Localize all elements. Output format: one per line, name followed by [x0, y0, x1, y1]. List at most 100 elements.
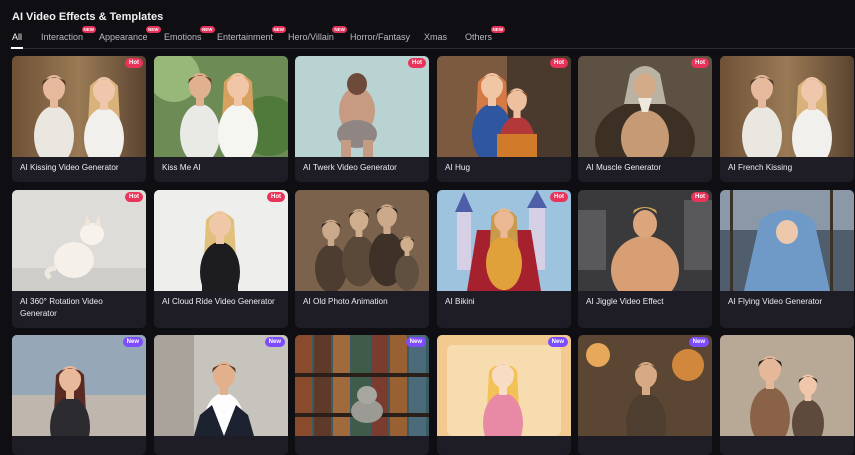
- template-title: AI Twerk Video Generator: [303, 163, 397, 172]
- template-thumbnail: [12, 190, 146, 291]
- new-badge: New: [264, 337, 285, 347]
- tab-others[interactable]: Others NEW: [465, 26, 506, 42]
- thumbnail-image: [12, 335, 146, 436]
- template-thumbnail: [578, 335, 712, 436]
- tab-emotions[interactable]: Emotions NEW: [164, 26, 215, 42]
- tab-label: Emotions: [164, 32, 202, 42]
- tab-entertainment[interactable]: Entertainment NEW: [217, 26, 287, 42]
- thumbnail-image: [12, 56, 146, 157]
- template-card[interactable]: New: [437, 335, 571, 455]
- tab-label: Entertainment: [217, 32, 274, 42]
- thumbnail-image: [578, 56, 712, 157]
- new-badge: NEW: [332, 26, 347, 33]
- hot-badge: Hot: [691, 192, 709, 202]
- new-badge: NEW: [200, 26, 215, 33]
- thumbnail-image: [295, 335, 429, 436]
- template-card[interactable]: Hot AI 360° Rotation Video Generator: [12, 190, 146, 328]
- tab-label: Appearance: [99, 32, 148, 42]
- template-thumbnail: [437, 335, 571, 436]
- template-title: AI Hug: [445, 163, 471, 172]
- hot-badge: Hot: [550, 192, 568, 202]
- template-title: AI French Kissing: [728, 163, 793, 172]
- template-card[interactable]: AI French Kissing: [720, 56, 854, 182]
- template-thumbnail: [720, 335, 854, 436]
- new-badge: NEW: [81, 26, 97, 33]
- template-title: AI 360° Rotation Video Generator: [20, 297, 103, 318]
- template-title: AI Cloud Ride Video Generator: [162, 297, 275, 306]
- thumbnail-image: [295, 190, 429, 291]
- tab-horror-fantasy[interactable]: Horror/Fantasy: [350, 32, 410, 42]
- tab-label: Others: [465, 32, 493, 42]
- thumbnail-image: [437, 56, 571, 157]
- tab-appearance[interactable]: Appearance NEW: [99, 26, 161, 42]
- template-thumbnail: [720, 190, 854, 291]
- template-card[interactable]: Hot AI Muscle Generator: [578, 56, 712, 182]
- hot-badge: Hot: [550, 58, 568, 68]
- tab-label: Hero/Villain: [288, 32, 334, 42]
- thumbnail-image: [578, 335, 712, 436]
- template-card[interactable]: Kiss Me AI: [154, 56, 288, 182]
- template-title: AI Old Photo Animation: [303, 297, 388, 306]
- page-title: AI Video Effects & Templates: [12, 11, 164, 23]
- template-thumbnail: [437, 56, 571, 157]
- tab-hero-villain[interactable]: Hero/Villain NEW: [288, 26, 347, 42]
- hot-badge: Hot: [408, 58, 426, 68]
- template-thumbnail: [295, 335, 429, 436]
- template-thumbnail: [295, 56, 429, 157]
- template-title: AI Jiggle Video Effect: [586, 297, 664, 306]
- hot-badge: Hot: [125, 192, 143, 202]
- template-title: AI Kissing Video Generator: [20, 163, 119, 172]
- tabs-divider: [10, 48, 855, 49]
- template-card[interactable]: Hot AI Hug: [437, 56, 571, 182]
- thumbnail-image: [437, 335, 571, 436]
- template-title: AI Muscle Generator: [586, 163, 662, 172]
- template-card[interactable]: [720, 335, 854, 455]
- new-badge: New: [688, 337, 709, 347]
- thumbnail-image: [154, 335, 288, 436]
- new-badge: New: [122, 337, 143, 347]
- template-thumbnail: [12, 335, 146, 436]
- template-card[interactable]: Hot AI Jiggle Video Effect: [578, 190, 712, 328]
- tab-all[interactable]: All: [11, 32, 24, 49]
- template-card[interactable]: New: [12, 335, 146, 455]
- template-card[interactable]: New: [154, 335, 288, 455]
- template-card[interactable]: Hot AI Bikini: [437, 190, 571, 328]
- hot-badge: Hot: [691, 58, 709, 68]
- template-card[interactable]: AI Flying Video Generator: [720, 190, 854, 328]
- template-title: AI Flying Video Generator: [728, 297, 823, 306]
- tab-label: Xmas: [424, 32, 448, 42]
- tab-xmas[interactable]: Xmas: [424, 32, 447, 42]
- thumbnail-image: [154, 190, 288, 291]
- new-badge: New: [405, 337, 426, 347]
- category-tabs: All Interaction NEW Appearance NEW Emotions NE…: [0, 26, 855, 49]
- new-badge: NEW: [271, 26, 287, 33]
- thumbnail-image: [720, 335, 854, 436]
- hot-badge: Hot: [267, 192, 285, 202]
- template-card[interactable]: Hot AI Kissing Video Generator: [12, 56, 146, 182]
- thumbnail-image: [720, 190, 854, 291]
- tab-label: All: [12, 32, 23, 42]
- template-thumbnail: [295, 190, 429, 291]
- thumbnail-image: [720, 56, 854, 157]
- template-title: AI Bikini: [445, 297, 475, 306]
- template-card[interactable]: AI Old Photo Animation: [295, 190, 429, 328]
- template-title: Kiss Me AI: [162, 163, 201, 172]
- thumbnail-image: [295, 56, 429, 157]
- new-badge: NEW: [490, 26, 506, 33]
- thumbnail-image: [437, 190, 571, 291]
- thumbnail-image: [12, 190, 146, 291]
- template-card[interactable]: New: [295, 335, 429, 455]
- thumbnail-image: [578, 190, 712, 291]
- new-badge: NEW: [146, 26, 161, 33]
- hot-badge: Hot: [125, 58, 143, 68]
- thumbnail-image: [154, 56, 288, 157]
- template-card[interactable]: Hot AI Twerk Video Generator: [295, 56, 429, 182]
- template-thumbnail: [578, 56, 712, 157]
- template-thumbnail: [154, 190, 288, 291]
- tab-label: Interaction: [41, 32, 84, 42]
- template-card[interactable]: Hot AI Cloud Ride Video Generator: [154, 190, 288, 328]
- tab-interaction[interactable]: Interaction NEW: [41, 26, 97, 42]
- template-card[interactable]: New: [578, 335, 712, 455]
- template-thumbnail: [154, 335, 288, 436]
- active-tab-indicator: [11, 47, 24, 49]
